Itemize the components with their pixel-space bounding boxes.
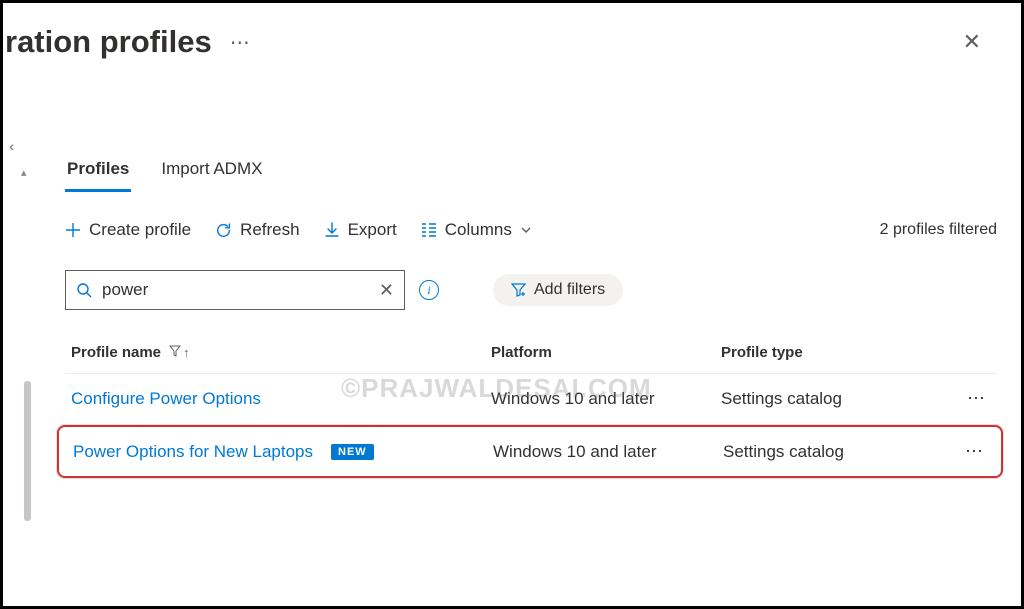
download-icon: [324, 222, 340, 238]
tab-bar: Profiles Import ADMX: [65, 153, 997, 192]
table-row[interactable]: Configure Power Options Windows 10 and l…: [65, 374, 997, 423]
create-profile-label: Create profile: [89, 220, 191, 240]
refresh-icon: [215, 222, 232, 239]
cell-platform: Windows 10 and later: [491, 389, 721, 409]
profile-link[interactable]: Power Options for New Laptops: [73, 442, 313, 462]
column-platform[interactable]: Platform: [491, 344, 721, 361]
add-filters-button[interactable]: Add filters: [493, 274, 623, 306]
search-box[interactable]: ✕: [65, 270, 405, 310]
info-icon[interactable]: i: [419, 280, 439, 300]
header-more-icon[interactable]: ⋯: [230, 30, 251, 55]
scroll-up-arrow-icon[interactable]: ▴: [21, 166, 27, 179]
column-profile-type[interactable]: Profile type: [721, 344, 957, 361]
new-badge: NEW: [331, 444, 374, 460]
table-header: Profile name ↑ Platform Profile type: [65, 338, 997, 374]
refresh-label: Refresh: [240, 220, 300, 240]
create-profile-button[interactable]: Create profile: [65, 220, 191, 240]
search-input[interactable]: [102, 280, 379, 300]
tab-profiles[interactable]: Profiles: [65, 153, 131, 192]
close-icon[interactable]: ✕: [953, 23, 991, 61]
refresh-button[interactable]: Refresh: [215, 220, 300, 240]
sort-asc-icon[interactable]: ↑: [183, 345, 190, 360]
search-icon: [76, 282, 92, 298]
tab-import-admx[interactable]: Import ADMX: [159, 153, 264, 192]
chevron-down-icon: [520, 224, 532, 236]
profile-link[interactable]: Configure Power Options: [71, 389, 261, 409]
page-title: ration profiles: [5, 24, 212, 60]
filter-icon: [511, 283, 526, 297]
cell-type: Settings catalog: [723, 442, 955, 462]
cell-type: Settings catalog: [721, 389, 957, 409]
columns-label: Columns: [445, 220, 512, 240]
add-filters-label: Add filters: [534, 281, 605, 299]
export-label: Export: [348, 220, 397, 240]
clear-search-icon[interactable]: ✕: [379, 280, 394, 301]
column-profile-name[interactable]: Profile name: [71, 344, 161, 361]
cell-platform: Windows 10 and later: [493, 442, 723, 462]
filter-count-text: 2 profiles filtered: [880, 221, 997, 239]
row-more-icon[interactable]: ⋯: [965, 441, 985, 461]
table-row[interactable]: Power Options for New Laptops NEW Window…: [57, 425, 1003, 478]
collapse-sidebar-icon[interactable]: ‹‹: [9, 138, 10, 154]
columns-button[interactable]: Columns: [421, 220, 532, 240]
plus-icon: [65, 222, 81, 238]
columns-icon: [421, 223, 437, 237]
export-button[interactable]: Export: [324, 220, 397, 240]
filter-column-icon[interactable]: [169, 345, 181, 360]
row-more-icon[interactable]: ⋯: [967, 388, 987, 408]
scrollbar-thumb[interactable]: [24, 381, 31, 521]
